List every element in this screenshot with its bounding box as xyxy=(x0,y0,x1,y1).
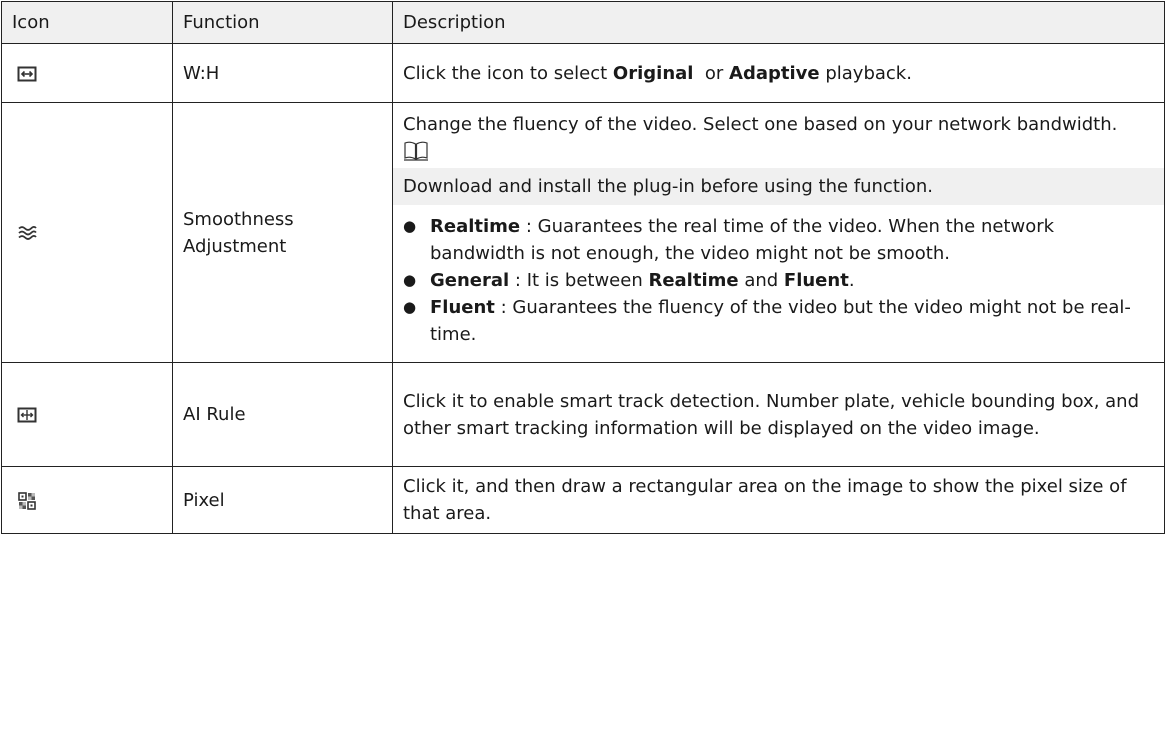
header-function: Function xyxy=(172,1,393,44)
description-cell: Change the fluency of the video. Select … xyxy=(392,102,1165,363)
aspect-ratio-icon xyxy=(17,66,37,81)
header-icon: Icon xyxy=(1,1,173,44)
pixel-icon xyxy=(18,491,36,510)
smoothness-icon xyxy=(18,225,37,240)
option-adaptive: Adaptive xyxy=(729,62,820,84)
function-table: Icon Function Description W:H Click the … xyxy=(1,1,1165,534)
book-icon xyxy=(404,141,428,161)
description-intro: Change the fluency of the video. Select … xyxy=(403,114,1118,135)
function-cell: Pixel xyxy=(172,466,393,534)
ai-rule-icon xyxy=(17,407,37,423)
function-cell: AI Rule xyxy=(172,362,393,467)
table-row: Pixel Click it, and then draw a rectangu… xyxy=(1,466,1165,534)
list-item: Fluent : Guarantees the fluency of the v… xyxy=(403,294,1154,348)
description-cell: Click the icon to select Original or Ada… xyxy=(392,43,1165,103)
header-description: Description xyxy=(392,1,1165,44)
description-cell: Click it to enable smart track detection… xyxy=(392,362,1165,467)
note-box: Download and install the plug-in before … xyxy=(393,168,1164,205)
function-cell: W:H xyxy=(172,43,393,103)
option-list: Realtime : Guarantees the real time of t… xyxy=(403,213,1154,348)
table-row: W:H Click the icon to select Original or… xyxy=(1,43,1165,103)
description-cell: Click it, and then draw a rectangular ar… xyxy=(392,466,1165,534)
list-item: General : It is between Realtime and Flu… xyxy=(403,267,1154,294)
table-row: AI Rule Click it to enable smart track d… xyxy=(1,362,1165,467)
function-cell: Smoothness Adjustment xyxy=(172,102,393,363)
option-original: Original xyxy=(612,62,694,84)
table-header-row: Icon Function Description xyxy=(1,1,1165,44)
table-row: Smoothness Adjustment Change the fluency… xyxy=(1,102,1165,363)
list-item: Realtime : Guarantees the real time of t… xyxy=(403,213,1154,267)
